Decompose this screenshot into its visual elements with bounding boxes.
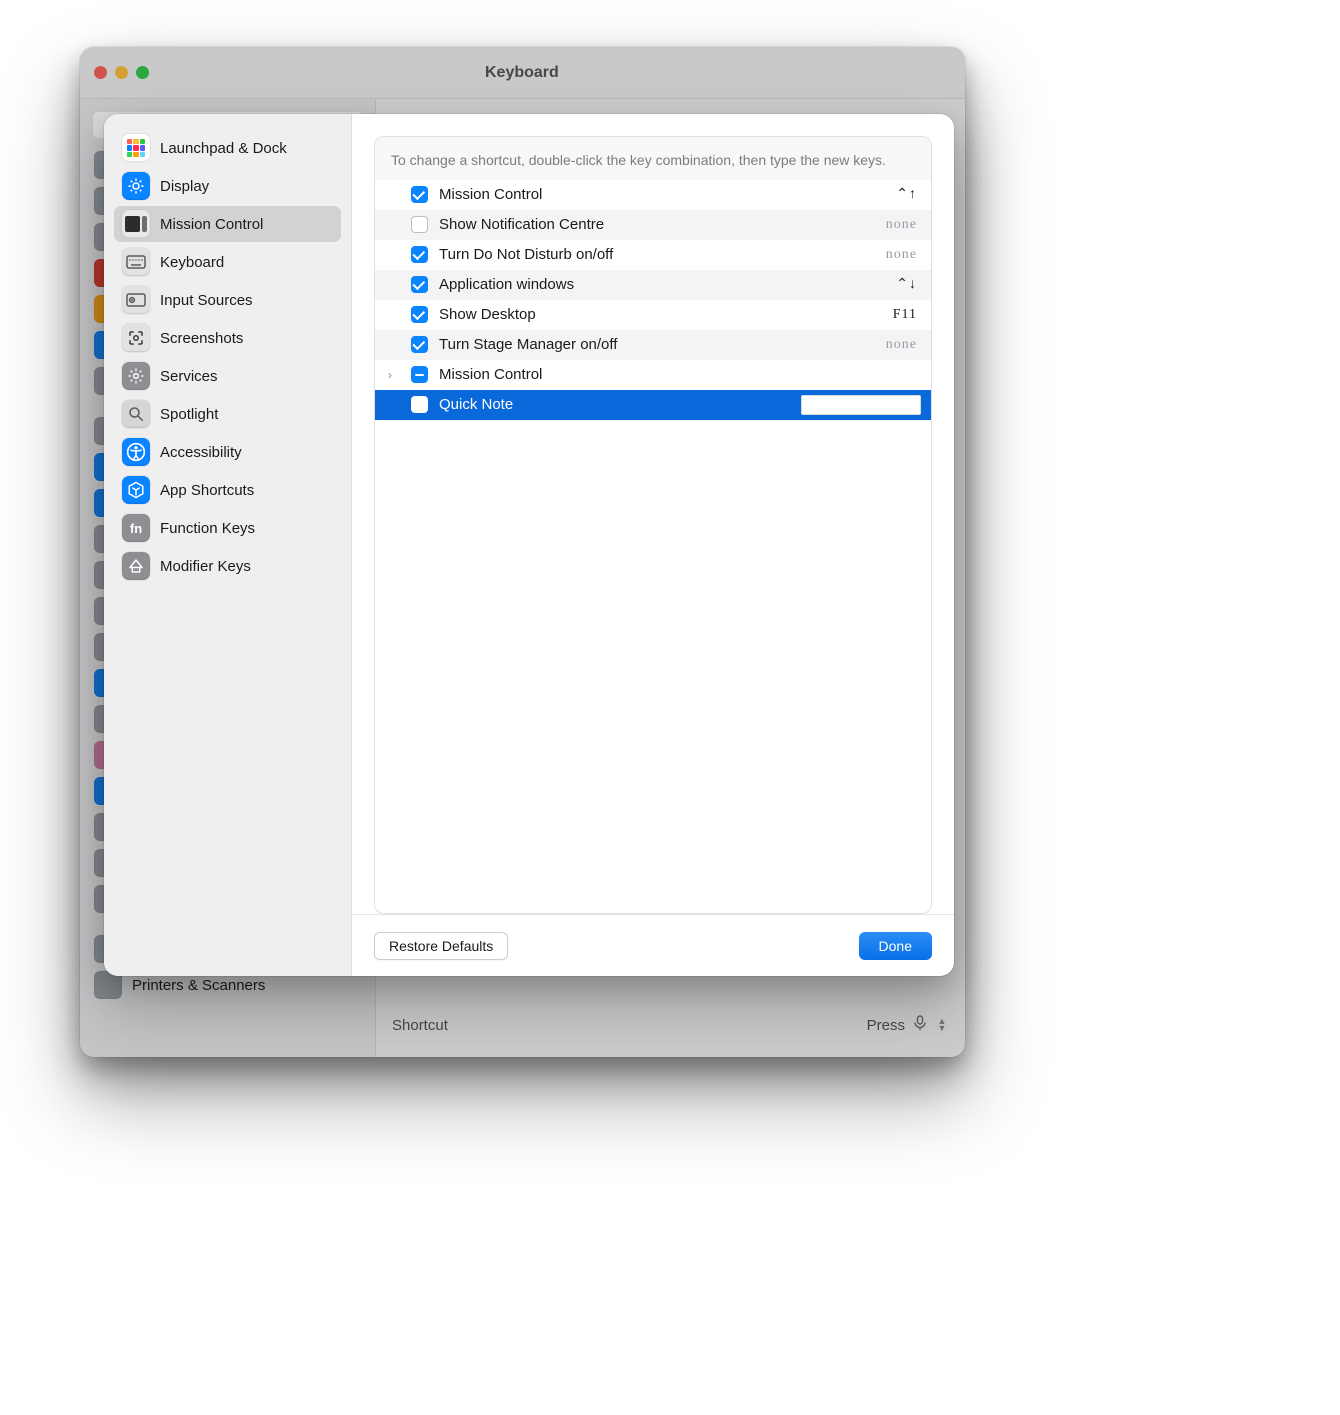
modifier-keys-icon	[122, 552, 150, 580]
screenshots-icon	[122, 324, 150, 352]
shortcut-row[interactable]: Show DesktopF11	[375, 300, 931, 330]
shortcut-name: Application windows	[433, 276, 851, 293]
category-keyboard[interactable]: Keyboard	[114, 244, 341, 280]
window-title: Keyboard	[485, 64, 559, 82]
keyboard-shortcuts-sheet: Launchpad & Dock Display Mission Control…	[104, 114, 954, 976]
category-label: Spotlight	[160, 406, 218, 423]
shortcut-enable-checkbox[interactable]	[405, 306, 433, 323]
launchpad-icon	[122, 134, 150, 162]
zoom-window-icon[interactable]	[136, 66, 149, 79]
spotlight-icon	[122, 400, 150, 428]
shortcut-row[interactable]: Turn Stage Manager on/offnone	[375, 330, 931, 360]
disclosure-icon[interactable]: ›	[375, 368, 405, 382]
shortcut-key-combo[interactable]: ⌃↑	[851, 186, 931, 203]
category-function-keys[interactable]: fn Function Keys	[114, 510, 341, 546]
shortcut-rows: Mission Control⌃↑Show Notification Centr…	[375, 180, 931, 913]
shortcut-name: Show Desktop	[433, 306, 851, 323]
shortcut-enable-checkbox[interactable]	[405, 366, 433, 383]
category-services[interactable]: Services	[114, 358, 341, 394]
accessibility-icon	[122, 438, 150, 466]
shortcut-enable-checkbox[interactable]	[405, 276, 433, 293]
window-titlebar: Keyboard	[80, 47, 965, 99]
shortcut-name: Turn Stage Manager on/off	[433, 336, 851, 353]
shortcut-key-combo[interactable]: none	[851, 247, 931, 263]
category-label: Input Sources	[160, 292, 253, 309]
shortcut-name: Mission Control	[433, 366, 851, 383]
category-spotlight[interactable]: Spotlight	[114, 396, 341, 432]
shortcut-name: Mission Control	[433, 186, 851, 203]
shortcut-key-combo[interactable]: ⌃↓	[851, 276, 931, 293]
shortcut-category-sidebar: Launchpad & Dock Display Mission Control…	[104, 114, 352, 976]
category-label: App Shortcuts	[160, 482, 254, 499]
shortcut-enable-checkbox[interactable]	[405, 216, 433, 233]
category-label: Function Keys	[160, 520, 255, 537]
shortcut-key-combo[interactable]: none	[851, 217, 931, 233]
shortcut-enable-checkbox[interactable]	[405, 246, 433, 263]
app-shortcuts-icon	[122, 476, 150, 504]
button-label: Done	[879, 938, 912, 954]
shortcut-popup-row[interactable]: Shortcut Press ▲▼	[376, 993, 965, 1057]
shortcut-key-combo[interactable]: none	[851, 337, 931, 353]
category-label: Services	[160, 368, 218, 385]
close-window-icon[interactable]	[94, 66, 107, 79]
input-sources-icon	[122, 286, 150, 314]
shortcut-enable-checkbox[interactable]	[405, 396, 433, 413]
shortcut-hint-text: To change a shortcut, double-click the k…	[375, 137, 931, 180]
category-screenshots[interactable]: Screenshots	[114, 320, 341, 356]
services-icon	[122, 362, 150, 390]
sheet-footer: Restore Defaults Done	[352, 914, 954, 976]
shortcut-row[interactable]: Mission Control⌃↑	[375, 180, 931, 210]
category-label: Launchpad & Dock	[160, 140, 287, 157]
sidebar-item-label: Printers & Scanners	[132, 977, 265, 994]
shortcut-edit-field[interactable]	[801, 395, 921, 415]
category-label: Accessibility	[160, 444, 242, 461]
shortcut-name: Quick Note	[433, 396, 801, 413]
shortcut-enable-checkbox[interactable]	[405, 336, 433, 353]
category-display[interactable]: Display	[114, 168, 341, 204]
done-button[interactable]: Done	[859, 932, 932, 960]
minimize-window-icon[interactable]	[115, 66, 128, 79]
restore-defaults-button[interactable]: Restore Defaults	[374, 932, 508, 960]
category-app-shortcuts[interactable]: App Shortcuts	[114, 472, 341, 508]
category-accessibility[interactable]: Accessibility	[114, 434, 341, 470]
category-modifier-keys[interactable]: Modifier Keys	[114, 548, 341, 584]
shortcut-row[interactable]: Application windows⌃↓	[375, 270, 931, 300]
function-keys-icon: fn	[122, 514, 150, 542]
keyboard-icon	[122, 248, 150, 276]
shortcut-row-label: Shortcut	[392, 1017, 448, 1034]
category-label: Screenshots	[160, 330, 243, 347]
microphone-icon	[913, 1015, 927, 1035]
display-icon	[122, 172, 150, 200]
window-controls[interactable]	[94, 66, 149, 79]
button-label: Restore Defaults	[389, 938, 493, 954]
shortcut-row[interactable]: Quick Note	[375, 390, 931, 420]
category-label: Display	[160, 178, 209, 195]
category-launchpad[interactable]: Launchpad & Dock	[114, 130, 341, 166]
popup-carets-icon: ▲▼	[935, 1018, 949, 1032]
shortcut-list-panel: To change a shortcut, double-click the k…	[374, 136, 932, 914]
shortcut-row-value: Press	[867, 1017, 905, 1034]
shortcut-enable-checkbox[interactable]	[405, 186, 433, 203]
shortcut-row[interactable]: Turn Do Not Disturb on/offnone	[375, 240, 931, 270]
shortcut-row[interactable]: Show Notification Centrenone	[375, 210, 931, 240]
shortcut-name: Show Notification Centre	[433, 216, 851, 233]
category-input-sources[interactable]: Input Sources	[114, 282, 341, 318]
shortcut-name: Turn Do Not Disturb on/off	[433, 246, 851, 263]
shortcut-row[interactable]: › Mission Control	[375, 360, 931, 390]
category-mission-control[interactable]: Mission Control	[114, 206, 341, 242]
category-label: Mission Control	[160, 216, 263, 233]
category-label: Modifier Keys	[160, 558, 251, 575]
mission-control-icon	[122, 210, 150, 238]
category-label: Keyboard	[160, 254, 224, 271]
shortcut-key-combo[interactable]: F11	[851, 307, 931, 323]
